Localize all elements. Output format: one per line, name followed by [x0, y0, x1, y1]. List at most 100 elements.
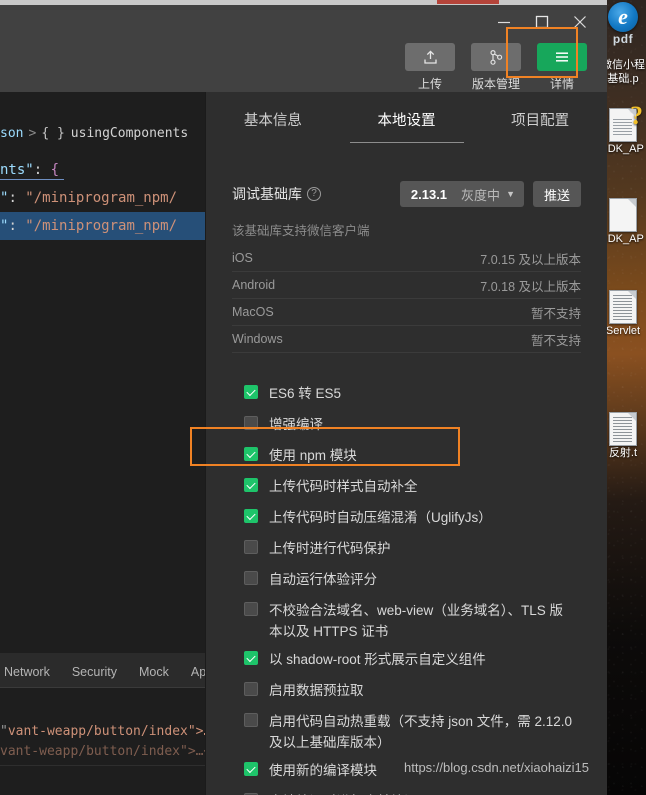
os-support-table: iOS 7.0.15 及以上版本 Android 7.0.18 及以上版本 Ma…	[232, 245, 581, 353]
code-punct: :	[8, 218, 26, 234]
push-button[interactable]: 推送	[532, 181, 581, 207]
code-key: nts"	[0, 162, 34, 178]
checkbox[interactable]	[244, 416, 258, 430]
os-name: Android	[232, 278, 276, 292]
upload-icon	[423, 49, 437, 64]
close-button[interactable]	[561, 8, 599, 36]
panel-tab-bar: 基本信息 本地设置 项目配置	[206, 92, 607, 150]
option-es6-to-es5[interactable]: ES6 转 ES5	[232, 379, 581, 410]
devtools-tab-security[interactable]: Security	[72, 665, 117, 679]
document-lines	[613, 417, 632, 443]
tab-basic-info[interactable]: 基本信息	[206, 92, 340, 150]
table-row: iOS 7.0.15 及以上版本	[232, 245, 581, 272]
checkbox[interactable]	[244, 447, 258, 461]
code-lines[interactable]: nts": { ": "/miniprogram_npm/ ": "/minip…	[0, 156, 205, 240]
details-action[interactable]: 详情	[535, 43, 589, 92]
breadcrumb-file: son	[0, 126, 24, 141]
table-row: Android 7.0.18 及以上版本	[232, 272, 581, 299]
checkbox[interactable]	[244, 602, 258, 616]
option-label: 上传代码时自动压缩混淆（UglifyJs）	[269, 510, 492, 525]
version-action[interactable]: 版本管理	[469, 43, 523, 92]
os-name: iOS	[232, 251, 253, 265]
option-use-npm-modules[interactable]: 使用 npm 模块	[232, 441, 581, 472]
document-icon: ?	[609, 101, 643, 142]
library-state-value: 灰度中	[461, 187, 501, 203]
option-hot-reload[interactable]: 启用代码自动热重载（不支持 json 文件，需 2.12.0 及以上基础库版本）	[232, 707, 581, 756]
document-lines	[613, 295, 632, 321]
debug-library-label-group: 调试基础库 ?	[232, 184, 321, 204]
code-line: ": "/miniprogram_npm/	[0, 184, 205, 212]
devtools-tab-appdata[interactable]: Ap	[191, 665, 206, 679]
tab-project-config-label: 项目配置	[511, 113, 570, 129]
option-label: 启用代码自动热重载（不支持 json 文件，需 2.12.0 及以上基础库版本）	[269, 714, 573, 750]
option-label: 上传代码时样式自动补全	[269, 479, 418, 494]
checkbox[interactable]	[244, 682, 258, 696]
document-icon	[609, 198, 637, 232]
checkbox[interactable]	[244, 478, 258, 492]
branch-icon	[489, 49, 502, 65]
upload-button[interactable]	[405, 43, 455, 71]
version-button[interactable]	[471, 43, 521, 71]
devtools-content: "vant-weapp/button/index">…</van vant-we…	[0, 687, 250, 795]
code-line-selected: ": "/miniprogram_npm/	[0, 212, 205, 240]
code-underline	[0, 179, 64, 180]
tab-local-settings-label: 本地设置	[377, 113, 436, 129]
internet-explorer-icon: e	[608, 2, 638, 32]
window-toolbar: 上传 版本管理 详情	[0, 5, 607, 92]
checkbox[interactable]	[244, 509, 258, 523]
details-panel: 基本信息 本地设置 项目配置 调试基础库 ? 2.13.1 灰度中 ▼ 推送 该…	[205, 92, 607, 795]
minimize-icon	[498, 21, 510, 24]
option-label: 本地编译时进行合并编译	[269, 791, 418, 795]
help-icon[interactable]: ?	[307, 187, 321, 201]
option-label: ES6 转 ES5	[269, 386, 342, 401]
option-label: 启用数据预拉取	[269, 683, 364, 698]
table-row: MacOS 暂不支持	[232, 299, 581, 326]
minimize-button[interactable]	[485, 8, 523, 36]
hamburger-icon	[556, 52, 568, 62]
library-version-select[interactable]: 2.13.1 灰度中 ▼	[399, 181, 524, 207]
devtools-code-prefix: "	[0, 724, 8, 739]
code-brace: {	[50, 162, 60, 178]
tab-project-config[interactable]: 项目配置	[473, 92, 607, 150]
devtools-tab-mock[interactable]: Mock	[139, 665, 169, 679]
devtools-tab-network[interactable]: Network	[4, 665, 50, 679]
question-mark-icon: ?	[630, 101, 643, 130]
document-icon	[609, 412, 637, 446]
option-data-prefetch[interactable]: 启用数据预拉取	[232, 676, 581, 707]
option-code-protection[interactable]: 上传时进行代码保护	[232, 534, 581, 565]
checkbox[interactable]	[244, 571, 258, 585]
title-red-marker	[437, 0, 499, 4]
os-value: 暂不支持	[530, 333, 581, 348]
os-name: MacOS	[232, 305, 274, 319]
maximize-button[interactable]	[523, 8, 561, 36]
option-enhanced-compile[interactable]: 增强编译	[232, 410, 581, 441]
panel-body: 调试基础库 ? 2.13.1 灰度中 ▼ 推送 该基础库支持微信客户端 iOS …	[206, 181, 607, 795]
option-auto-experience-score[interactable]: 自动运行体验评分	[232, 565, 581, 596]
option-label: 使用新的编译模块	[269, 763, 377, 778]
code-editor[interactable]: son > { } usingComponents nts": { ": "/mini…	[0, 92, 205, 653]
options-list: ES6 转 ES5 增强编译 使用 npm 模块 上传代码时样式自动补全 上传代…	[232, 379, 581, 795]
checkbox[interactable]	[244, 713, 258, 727]
upload-action[interactable]: 上传	[403, 43, 457, 92]
breadcrumb[interactable]: son > { } usingComponents	[0, 126, 188, 146]
version-label: 版本管理	[471, 77, 520, 91]
option-shadow-root[interactable]: 以 shadow-root 形式展示自定义组件	[232, 645, 581, 676]
devtools-tabs: Network Security Mock Ap	[0, 660, 206, 684]
option-label: 以 shadow-root 形式展示自定义组件	[269, 652, 486, 667]
option-local-merge-compile[interactable]: 本地编译时进行合并编译	[232, 787, 581, 795]
tab-local-settings[interactable]: 本地设置	[340, 92, 474, 150]
os-value: 7.0.18 及以上版本	[480, 279, 581, 294]
document-icon	[609, 290, 637, 324]
checkbox[interactable]	[244, 385, 258, 399]
details-button[interactable]	[537, 43, 587, 71]
checkbox[interactable]	[244, 540, 258, 554]
debug-library-controls: 2.13.1 灰度中 ▼ 推送	[399, 181, 581, 207]
option-skip-domain-check[interactable]: 不校验合法域名、web-view（业务域名）、TLS 版本以及 HTTPS 证书	[232, 596, 581, 645]
option-uglifyjs[interactable]: 上传代码时自动压缩混淆（UglifyJs）	[232, 503, 581, 534]
option-label: 使用 npm 模块	[269, 448, 357, 463]
checkbox[interactable]	[244, 651, 258, 665]
option-style-autocomplete[interactable]: 上传代码时样式自动补全	[232, 472, 581, 503]
checkbox[interactable]	[244, 762, 258, 776]
option-label: 上传时进行代码保护	[269, 541, 391, 556]
breadcrumb-separator: >	[28, 126, 37, 141]
